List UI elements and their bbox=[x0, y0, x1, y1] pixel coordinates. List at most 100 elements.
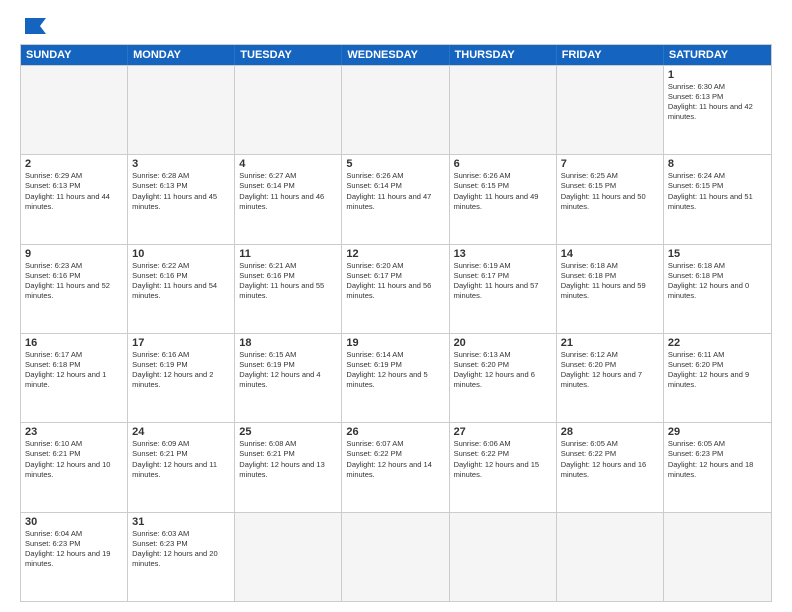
calendar-row-2: 9Sunrise: 6:23 AM Sunset: 6:16 PM Daylig… bbox=[21, 244, 771, 333]
day-number: 20 bbox=[454, 337, 552, 349]
calendar-cell bbox=[450, 66, 557, 154]
day-number: 19 bbox=[346, 337, 444, 349]
cell-info: Sunrise: 6:05 AM Sunset: 6:23 PM Dayligh… bbox=[668, 439, 767, 480]
cell-info: Sunrise: 6:10 AM Sunset: 6:21 PM Dayligh… bbox=[25, 439, 123, 480]
cell-info: Sunrise: 6:29 AM Sunset: 6:13 PM Dayligh… bbox=[25, 171, 123, 212]
calendar-cell bbox=[557, 513, 664, 601]
day-number: 16 bbox=[25, 337, 123, 349]
cell-info: Sunrise: 6:05 AM Sunset: 6:22 PM Dayligh… bbox=[561, 439, 659, 480]
day-number: 2 bbox=[25, 158, 123, 170]
cell-info: Sunrise: 6:09 AM Sunset: 6:21 PM Dayligh… bbox=[132, 439, 230, 480]
day-number: 17 bbox=[132, 337, 230, 349]
cell-info: Sunrise: 6:15 AM Sunset: 6:19 PM Dayligh… bbox=[239, 350, 337, 391]
calendar-row-5: 30Sunrise: 6:04 AM Sunset: 6:23 PM Dayli… bbox=[21, 512, 771, 601]
calendar-cell: 26Sunrise: 6:07 AM Sunset: 6:22 PM Dayli… bbox=[342, 423, 449, 511]
cell-info: Sunrise: 6:19 AM Sunset: 6:17 PM Dayligh… bbox=[454, 261, 552, 302]
calendar-row-1: 2Sunrise: 6:29 AM Sunset: 6:13 PM Daylig… bbox=[21, 154, 771, 243]
calendar-cell bbox=[128, 66, 235, 154]
calendar-cell bbox=[450, 513, 557, 601]
cell-info: Sunrise: 6:21 AM Sunset: 6:16 PM Dayligh… bbox=[239, 261, 337, 302]
weekday-header-thursday: Thursday bbox=[450, 45, 557, 65]
day-number: 1 bbox=[668, 69, 767, 81]
page: SundayMondayTuesdayWednesdayThursdayFrid… bbox=[0, 0, 792, 612]
calendar-row-3: 16Sunrise: 6:17 AM Sunset: 6:18 PM Dayli… bbox=[21, 333, 771, 422]
calendar-row-4: 23Sunrise: 6:10 AM Sunset: 6:21 PM Dayli… bbox=[21, 422, 771, 511]
calendar-cell: 2Sunrise: 6:29 AM Sunset: 6:13 PM Daylig… bbox=[21, 155, 128, 243]
weekday-header-tuesday: Tuesday bbox=[235, 45, 342, 65]
logo bbox=[20, 16, 50, 36]
day-number: 21 bbox=[561, 337, 659, 349]
day-number: 14 bbox=[561, 248, 659, 260]
calendar-cell: 14Sunrise: 6:18 AM Sunset: 6:18 PM Dayli… bbox=[557, 245, 664, 333]
day-number: 25 bbox=[239, 426, 337, 438]
cell-info: Sunrise: 6:04 AM Sunset: 6:23 PM Dayligh… bbox=[25, 529, 123, 570]
calendar-cell: 29Sunrise: 6:05 AM Sunset: 6:23 PM Dayli… bbox=[664, 423, 771, 511]
calendar-cell bbox=[342, 513, 449, 601]
calendar-cell: 1Sunrise: 6:30 AM Sunset: 6:13 PM Daylig… bbox=[664, 66, 771, 154]
cell-info: Sunrise: 6:25 AM Sunset: 6:15 PM Dayligh… bbox=[561, 171, 659, 212]
calendar-cell: 25Sunrise: 6:08 AM Sunset: 6:21 PM Dayli… bbox=[235, 423, 342, 511]
weekday-header-wednesday: Wednesday bbox=[342, 45, 449, 65]
logo-text bbox=[20, 16, 50, 36]
calendar-cell bbox=[235, 513, 342, 601]
calendar-cell: 5Sunrise: 6:26 AM Sunset: 6:14 PM Daylig… bbox=[342, 155, 449, 243]
cell-info: Sunrise: 6:26 AM Sunset: 6:15 PM Dayligh… bbox=[454, 171, 552, 212]
cell-info: Sunrise: 6:18 AM Sunset: 6:18 PM Dayligh… bbox=[561, 261, 659, 302]
cell-info: Sunrise: 6:06 AM Sunset: 6:22 PM Dayligh… bbox=[454, 439, 552, 480]
day-number: 8 bbox=[668, 158, 767, 170]
calendar-cell: 30Sunrise: 6:04 AM Sunset: 6:23 PM Dayli… bbox=[21, 513, 128, 601]
day-number: 26 bbox=[346, 426, 444, 438]
calendar-cell: 20Sunrise: 6:13 AM Sunset: 6:20 PM Dayli… bbox=[450, 334, 557, 422]
calendar-cell: 23Sunrise: 6:10 AM Sunset: 6:21 PM Dayli… bbox=[21, 423, 128, 511]
cell-info: Sunrise: 6:18 AM Sunset: 6:18 PM Dayligh… bbox=[668, 261, 767, 302]
cell-info: Sunrise: 6:30 AM Sunset: 6:13 PM Dayligh… bbox=[668, 82, 767, 123]
weekday-header-monday: Monday bbox=[128, 45, 235, 65]
day-number: 13 bbox=[454, 248, 552, 260]
cell-info: Sunrise: 6:12 AM Sunset: 6:20 PM Dayligh… bbox=[561, 350, 659, 391]
day-number: 3 bbox=[132, 158, 230, 170]
cell-info: Sunrise: 6:20 AM Sunset: 6:17 PM Dayligh… bbox=[346, 261, 444, 302]
cell-info: Sunrise: 6:27 AM Sunset: 6:14 PM Dayligh… bbox=[239, 171, 337, 212]
calendar-cell: 19Sunrise: 6:14 AM Sunset: 6:19 PM Dayli… bbox=[342, 334, 449, 422]
logo-flag-icon bbox=[22, 16, 50, 36]
calendar-cell bbox=[664, 513, 771, 601]
weekday-header-friday: Friday bbox=[557, 45, 664, 65]
day-number: 31 bbox=[132, 516, 230, 528]
day-number: 23 bbox=[25, 426, 123, 438]
calendar-cell: 4Sunrise: 6:27 AM Sunset: 6:14 PM Daylig… bbox=[235, 155, 342, 243]
day-number: 10 bbox=[132, 248, 230, 260]
calendar-cell: 17Sunrise: 6:16 AM Sunset: 6:19 PM Dayli… bbox=[128, 334, 235, 422]
day-number: 4 bbox=[239, 158, 337, 170]
calendar-cell: 12Sunrise: 6:20 AM Sunset: 6:17 PM Dayli… bbox=[342, 245, 449, 333]
cell-info: Sunrise: 6:24 AM Sunset: 6:15 PM Dayligh… bbox=[668, 171, 767, 212]
day-number: 29 bbox=[668, 426, 767, 438]
calendar-cell: 3Sunrise: 6:28 AM Sunset: 6:13 PM Daylig… bbox=[128, 155, 235, 243]
cell-info: Sunrise: 6:26 AM Sunset: 6:14 PM Dayligh… bbox=[346, 171, 444, 212]
calendar: SundayMondayTuesdayWednesdayThursdayFrid… bbox=[20, 44, 772, 602]
calendar-cell bbox=[21, 66, 128, 154]
day-number: 6 bbox=[454, 158, 552, 170]
cell-info: Sunrise: 6:17 AM Sunset: 6:18 PM Dayligh… bbox=[25, 350, 123, 391]
calendar-header-row: SundayMondayTuesdayWednesdayThursdayFrid… bbox=[21, 45, 771, 65]
calendar-cell: 28Sunrise: 6:05 AM Sunset: 6:22 PM Dayli… bbox=[557, 423, 664, 511]
day-number: 24 bbox=[132, 426, 230, 438]
weekday-header-sunday: Sunday bbox=[21, 45, 128, 65]
calendar-cell: 11Sunrise: 6:21 AM Sunset: 6:16 PM Dayli… bbox=[235, 245, 342, 333]
day-number: 7 bbox=[561, 158, 659, 170]
day-number: 30 bbox=[25, 516, 123, 528]
calendar-cell: 31Sunrise: 6:03 AM Sunset: 6:23 PM Dayli… bbox=[128, 513, 235, 601]
calendar-body: 1Sunrise: 6:30 AM Sunset: 6:13 PM Daylig… bbox=[21, 65, 771, 601]
calendar-cell: 9Sunrise: 6:23 AM Sunset: 6:16 PM Daylig… bbox=[21, 245, 128, 333]
day-number: 15 bbox=[668, 248, 767, 260]
calendar-cell bbox=[342, 66, 449, 154]
day-number: 11 bbox=[239, 248, 337, 260]
cell-info: Sunrise: 6:23 AM Sunset: 6:16 PM Dayligh… bbox=[25, 261, 123, 302]
header bbox=[20, 16, 772, 36]
calendar-cell: 22Sunrise: 6:11 AM Sunset: 6:20 PM Dayli… bbox=[664, 334, 771, 422]
calendar-cell bbox=[235, 66, 342, 154]
day-number: 27 bbox=[454, 426, 552, 438]
calendar-cell: 27Sunrise: 6:06 AM Sunset: 6:22 PM Dayli… bbox=[450, 423, 557, 511]
day-number: 22 bbox=[668, 337, 767, 349]
cell-info: Sunrise: 6:22 AM Sunset: 6:16 PM Dayligh… bbox=[132, 261, 230, 302]
calendar-cell: 13Sunrise: 6:19 AM Sunset: 6:17 PM Dayli… bbox=[450, 245, 557, 333]
